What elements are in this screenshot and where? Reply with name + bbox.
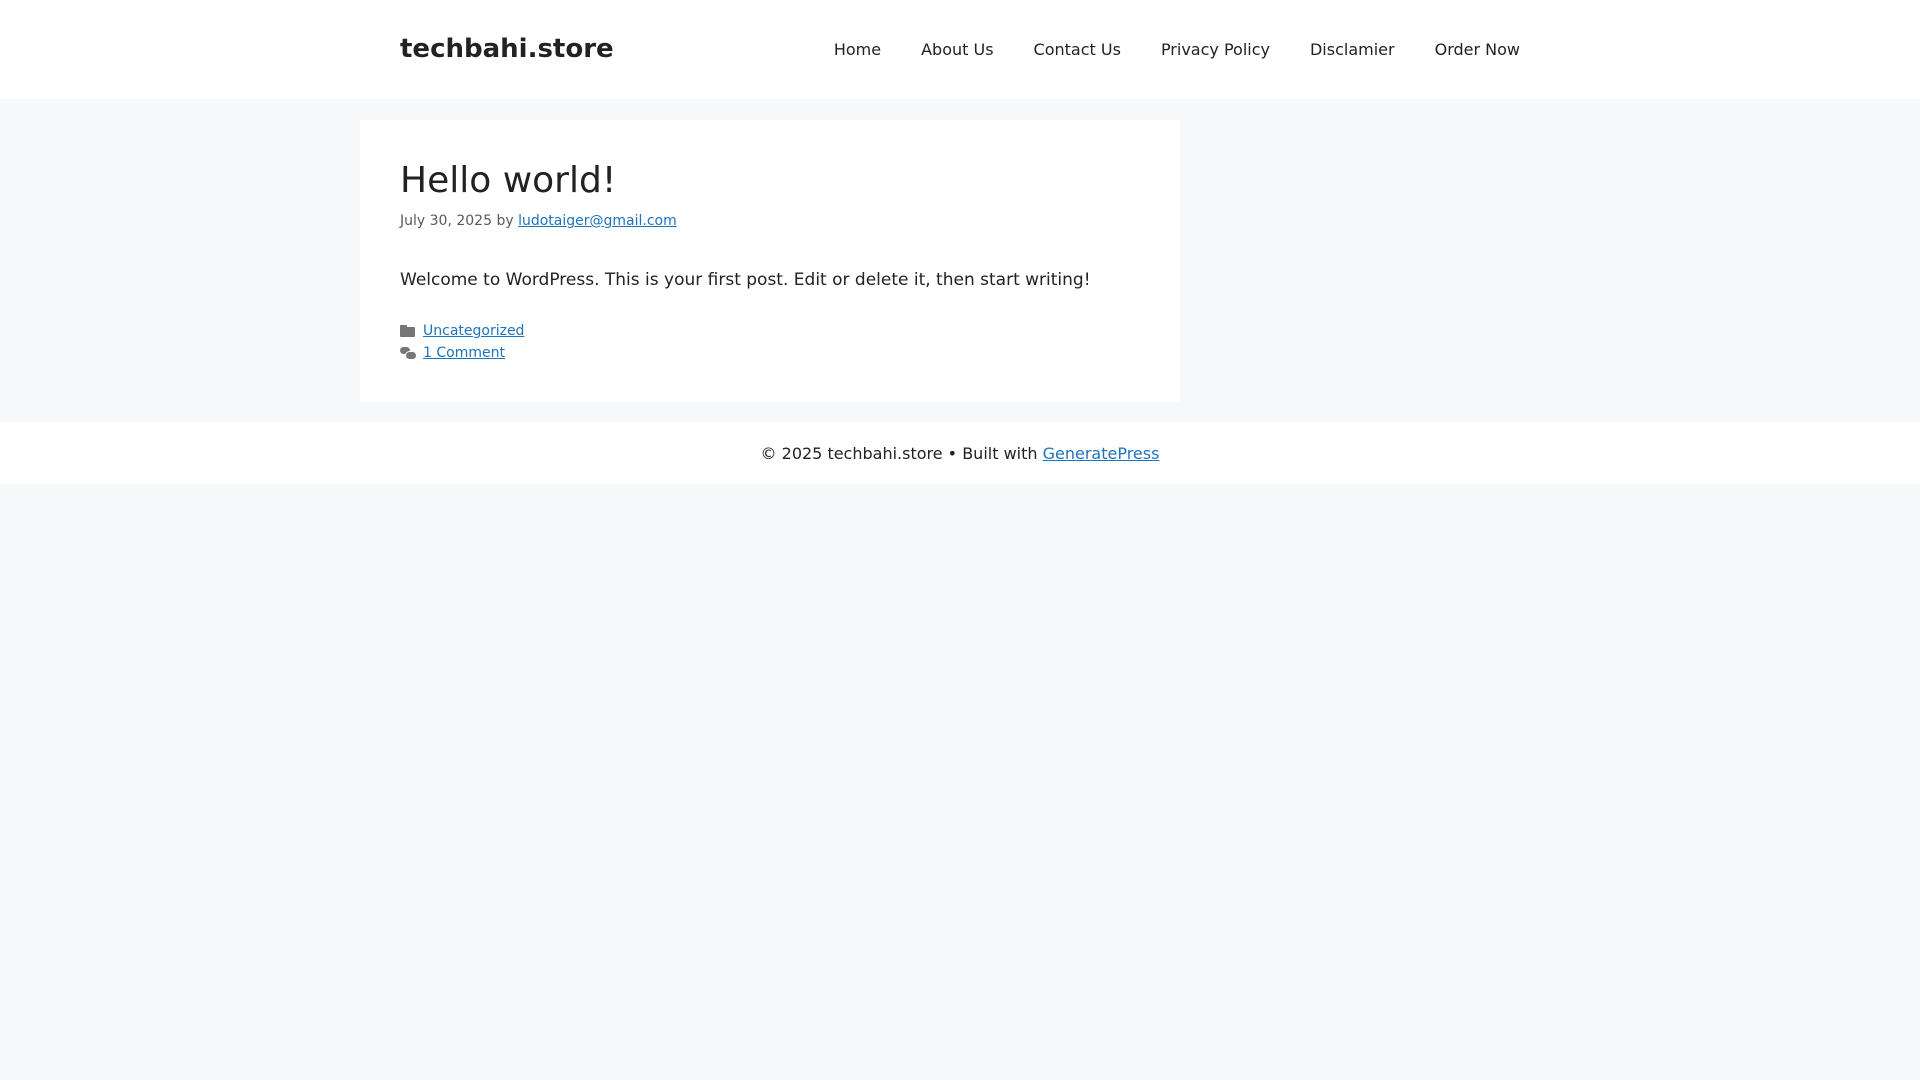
category-link[interactable]: Uncategorized [423,320,524,342]
footer-copyright: © 2025 techbahi.store • Built with [760,443,1038,463]
post-title: Hello world! [400,160,617,201]
post-meta: July 30, 2025 by ludotaiger@gmail.com [400,212,1140,230]
post-author-link[interactable]: ludotaiger@gmail.com [518,213,677,229]
site-footer: © 2025 techbahi.store • Built with Gener… [0,422,1920,484]
post-by-label: by [496,213,514,229]
post-comments-row: 1 Comment [400,342,1140,364]
main-navigation: Home About Us Contact Us Privacy Policy … [814,0,1520,99]
nav-item-disclaimer[interactable]: Disclamier [1290,0,1415,99]
folder-icon [400,325,415,337]
generatepress-link[interactable]: GeneratePress [1043,444,1160,463]
post-category-row: Uncategorized [400,320,1140,342]
nav-item-contact-us[interactable]: Contact Us [1014,0,1141,99]
nav-item-order-now[interactable]: Order Now [1415,0,1520,99]
post-footer-meta: Uncategorized 1 Comment [400,320,1140,364]
comments-link[interactable]: 1 Comment [423,342,505,364]
nav-item-home[interactable]: Home [814,0,901,99]
nav-item-privacy-policy[interactable]: Privacy Policy [1141,0,1290,99]
site-header: techbahi.store Home About Us Contact Us … [0,0,1920,99]
site-title[interactable]: techbahi.store [400,34,614,64]
post-date: July 30, 2025 [400,213,492,229]
post-content: Welcome to WordPress. This is your first… [400,270,1091,290]
post-card: Hello world! July 30, 2025 by ludotaiger… [360,120,1180,402]
nav-item-about-us[interactable]: About Us [901,0,1013,99]
comments-icon [400,347,417,360]
